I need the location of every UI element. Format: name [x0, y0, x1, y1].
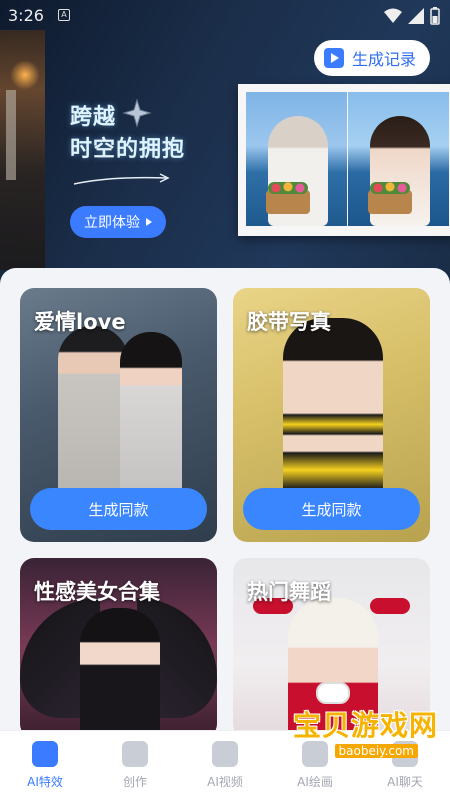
swoosh-arrow-icon [73, 173, 170, 185]
signal-icon [408, 8, 424, 24]
watermark-text: 宝贝游戏网 [292, 709, 438, 742]
effect-card-tape-photo[interactable]: 胶带写真 生成同款 [233, 288, 430, 542]
play-icon [323, 48, 344, 68]
photo-elderly [246, 92, 347, 226]
banner-glow [10, 60, 40, 90]
gamepad-icon [316, 682, 350, 704]
play-triangle-icon [146, 218, 152, 226]
status-icons [384, 7, 440, 25]
generate-same-button[interactable]: 生成同款 [30, 488, 207, 530]
flower-basket [266, 182, 310, 214]
status-time: 3:26 [8, 6, 44, 25]
wifi-icon [384, 8, 402, 23]
lightning-icon [122, 741, 148, 767]
effect-card-sexy-collection[interactable]: 性感美女合集 [20, 558, 217, 730]
effects-grid: 爱情love 生成同款 胶带写真 生成同款 性感美女合集 热门舞蹈 [0, 268, 450, 730]
watermark: 宝贝游戏网 baobeiy.com [288, 682, 438, 780]
hero-banner[interactable]: 生成记录 跨越 时空的拥抱 立即体验 [0, 0, 450, 285]
history-button-label: 生成记录 [351, 50, 416, 69]
flower-basket [368, 182, 412, 214]
nav-label: AI视频 [207, 775, 243, 789]
model-figure [283, 318, 383, 508]
battery-icon [430, 7, 440, 25]
try-now-label: 立即体验 [84, 215, 140, 231]
star-icon [122, 98, 152, 128]
card-title: 热门舞蹈 [247, 580, 331, 604]
status-bar: 3:26 A [0, 0, 450, 32]
sparkle-icon [32, 741, 58, 767]
nav-ai-video[interactable]: AI视频 [180, 731, 270, 800]
card-title: 胶带写真 [247, 310, 331, 334]
try-now-button[interactable]: 立即体验 [70, 206, 166, 238]
photo-young [348, 92, 449, 226]
watermark-url: baobeiy.com [334, 744, 418, 758]
woman-figure [120, 332, 182, 507]
nav-create[interactable]: 创作 [90, 731, 180, 800]
generate-same-button[interactable]: 生成同款 [243, 488, 420, 530]
effect-card-love[interactable]: 爱情love 生成同款 [20, 288, 217, 542]
nav-label: AI特效 [27, 775, 63, 789]
right-arm [370, 598, 410, 614]
headline-line-2: 时空的拥抱 [70, 137, 186, 162]
card-title: 爱情love [34, 310, 126, 334]
history-button[interactable]: 生成记录 [313, 40, 430, 76]
nav-label: 创作 [122, 775, 147, 789]
angel-figure [80, 608, 160, 730]
card-title: 性感美女合集 [34, 580, 160, 604]
man-figure [58, 326, 128, 506]
nav-ai-effects[interactable]: AI特效 [0, 731, 90, 800]
a-notification-icon: A [58, 9, 70, 21]
before-after-photo [238, 84, 450, 236]
video-icon [212, 741, 238, 767]
